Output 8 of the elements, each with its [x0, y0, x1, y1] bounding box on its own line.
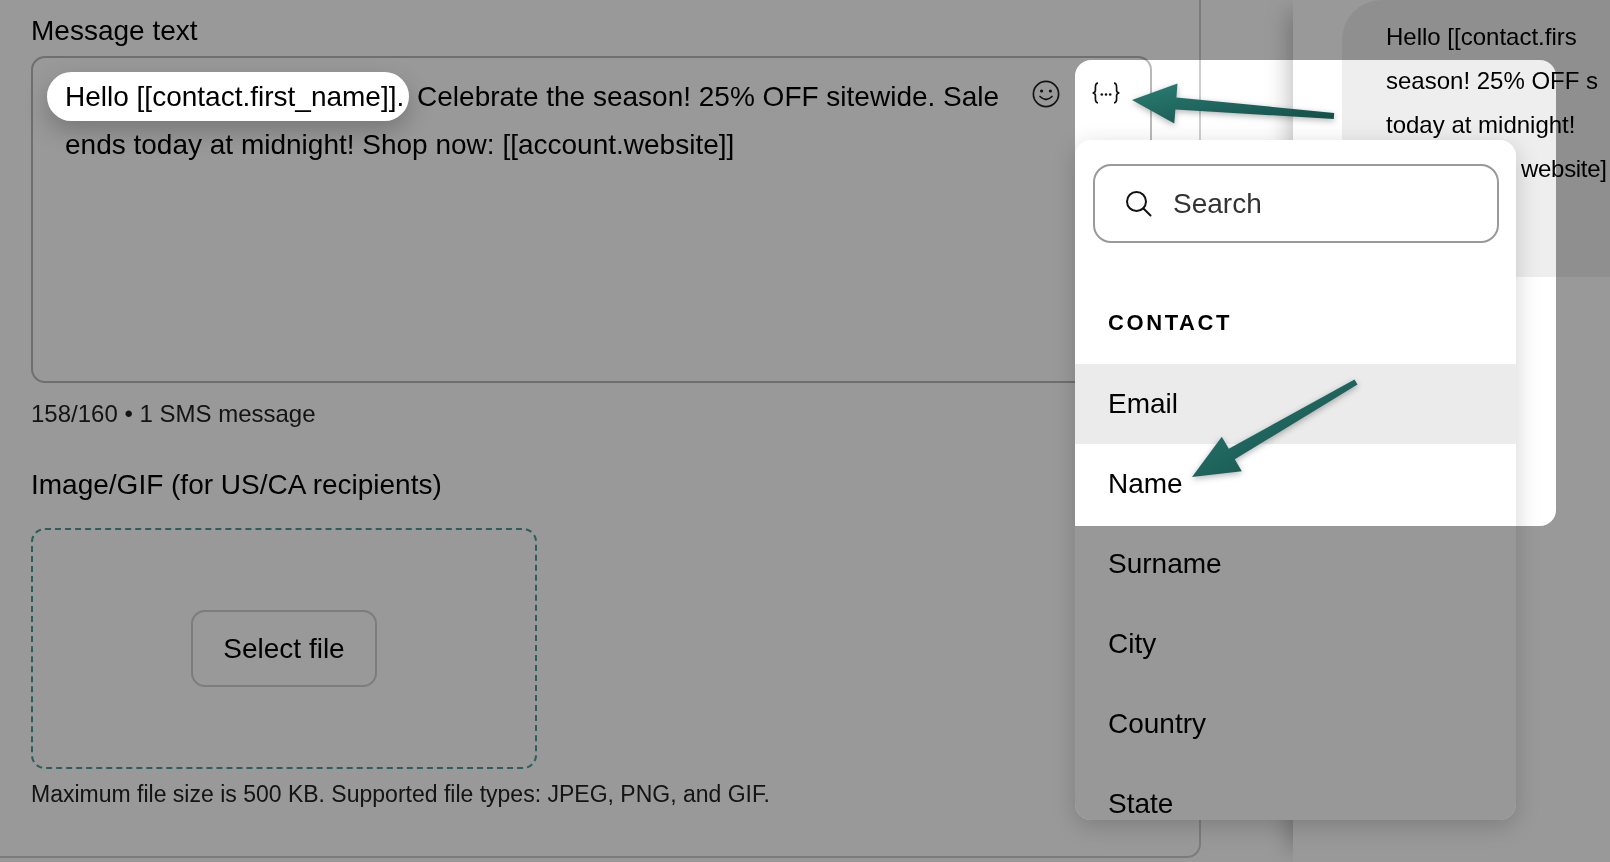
upload-hint: Maximum file size is 500 KB. Supported file types: JPEG, PNG, and GIF.: [31, 781, 770, 807]
preview-text: today at midnight!: [1386, 110, 1576, 139]
field-label: Message text: [31, 15, 198, 47]
message-text: Hello [[contact.first_name]]. Celebrate the season! 25% OFF sitewide. Sale ends today at midnight! Shop now: [[account.website]]: [47, 73, 1000, 169]
field-label: Image/GIF (for US/CA recipients): [31, 469, 442, 501]
preview-text: Hello [[contact.firs: [1386, 22, 1577, 51]
preview-text: season! 25% OFF s: [1386, 66, 1599, 95]
character-counter: 158/160 • 1 SMS message: [31, 400, 316, 428]
